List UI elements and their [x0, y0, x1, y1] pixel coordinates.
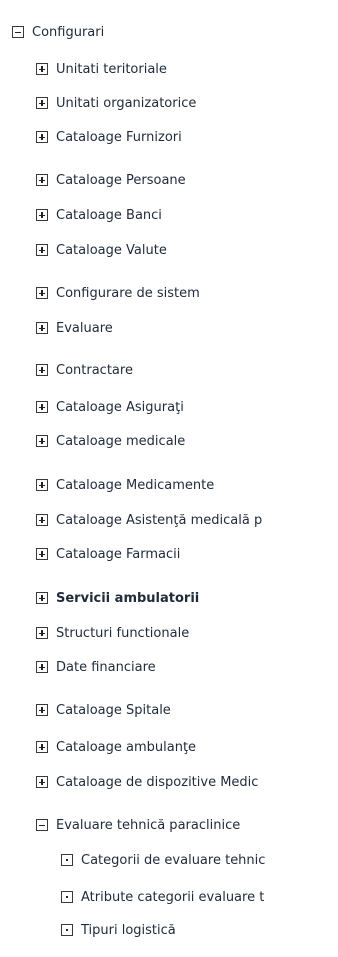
- expand-icon[interactable]: [36, 548, 48, 560]
- tree-node-label[interactable]: Categorii de evaluare tehnic: [81, 853, 265, 868]
- tree-node-atribute-categorii-evaluare[interactable]: Atribute categorii evaluare t: [61, 887, 338, 907]
- leaf-node-icon: [61, 891, 73, 903]
- tree-node-cataloage-valute[interactable]: Cataloage Valute: [36, 240, 338, 260]
- collapse-icon[interactable]: [12, 26, 24, 38]
- expand-icon[interactable]: [36, 776, 48, 788]
- expand-icon[interactable]: [36, 741, 48, 753]
- tree-node-label[interactable]: Cataloage Persoane: [56, 173, 186, 188]
- tree-node-label[interactable]: Cataloage Spitale: [56, 703, 171, 718]
- tree-node-label[interactable]: Configurare de sistem: [56, 286, 200, 301]
- tree-node-cataloage-banci[interactable]: Cataloage Banci: [36, 205, 338, 225]
- tree-node-label[interactable]: Cataloage ambulanţe: [56, 740, 196, 755]
- tree-node-label[interactable]: Structuri functionale: [56, 626, 189, 641]
- tree-node-label[interactable]: Cataloage Furnizori: [56, 130, 182, 145]
- expand-icon[interactable]: [36, 131, 48, 143]
- tree-node-label[interactable]: Cataloage Asistenţă medicală p: [56, 513, 262, 528]
- tree-node-configurare-de-sistem[interactable]: Configurare de sistem: [36, 283, 338, 303]
- tree-node-cataloage-dispozitive-medicale[interactable]: Cataloage de dispozitive Medic: [36, 772, 338, 792]
- expand-icon[interactable]: [36, 704, 48, 716]
- tree-node-label[interactable]: Servicii ambulatorii: [56, 591, 199, 606]
- tree-node-label[interactable]: Contractare: [56, 363, 133, 378]
- tree-node-label[interactable]: Evaluare tehnică paraclinice: [56, 818, 240, 833]
- tree-node-configurari[interactable]: Configurari: [12, 22, 104, 42]
- tree-node-label[interactable]: Atribute categorii evaluare t: [81, 890, 264, 905]
- expand-icon[interactable]: [36, 401, 48, 413]
- tree-node-label[interactable]: Tipuri logistică: [81, 923, 176, 938]
- tree-node-label[interactable]: Evaluare: [56, 321, 113, 336]
- tree-node-label[interactable]: Cataloage de dispozitive Medic: [56, 775, 258, 790]
- tree-node-cataloage-medicamente[interactable]: Cataloage Medicamente: [36, 475, 338, 495]
- expand-icon[interactable]: [36, 514, 48, 526]
- tree-node-servicii-ambulatorii[interactable]: Servicii ambulatorii: [36, 588, 338, 608]
- expand-icon[interactable]: [36, 287, 48, 299]
- tree-node-structuri-functionale[interactable]: Structuri functionale: [36, 623, 338, 643]
- tree-node-tipuri-logistica[interactable]: Tipuri logistică: [61, 920, 338, 940]
- tree-node-label[interactable]: Configurari: [32, 25, 104, 40]
- expand-icon[interactable]: [36, 63, 48, 75]
- tree-node-label[interactable]: Cataloage Farmacii: [56, 547, 180, 562]
- tree-node-evaluare[interactable]: Evaluare: [36, 318, 338, 338]
- tree-node-cataloage-farmacii[interactable]: Cataloage Farmacii: [36, 544, 338, 564]
- expand-icon[interactable]: [36, 435, 48, 447]
- expand-icon[interactable]: [36, 209, 48, 221]
- tree-node-date-financiare[interactable]: Date financiare: [36, 657, 338, 677]
- leaf-node-icon: [61, 854, 73, 866]
- tree-node-unitati-organizatorice[interactable]: Unitati organizatorice: [36, 93, 338, 113]
- expand-icon[interactable]: [36, 97, 48, 109]
- expand-icon[interactable]: [36, 592, 48, 604]
- tree-node-categorii-evaluare-tehnica[interactable]: Categorii de evaluare tehnic: [61, 850, 338, 870]
- tree-node-cataloage-ambulante[interactable]: Cataloage ambulanţe: [36, 737, 338, 757]
- tree-node-cataloage-furnizori[interactable]: Cataloage Furnizori: [36, 127, 338, 147]
- expand-icon[interactable]: [36, 364, 48, 376]
- expand-icon[interactable]: [36, 661, 48, 673]
- tree-node-label[interactable]: Cataloage Asiguraţi: [56, 400, 184, 415]
- expand-icon[interactable]: [36, 174, 48, 186]
- expand-icon[interactable]: [36, 627, 48, 639]
- tree-node-cataloage-asigurati[interactable]: Cataloage Asiguraţi: [36, 397, 338, 417]
- tree-node-label[interactable]: Cataloage Banci: [56, 208, 162, 223]
- collapse-icon[interactable]: [36, 819, 48, 831]
- expand-icon[interactable]: [36, 479, 48, 491]
- tree-node-label[interactable]: Cataloage medicale: [56, 434, 185, 449]
- leaf-node-icon: [61, 924, 73, 936]
- expand-icon[interactable]: [36, 322, 48, 334]
- tree-node-contractare[interactable]: Contractare: [36, 360, 338, 380]
- tree-node-label[interactable]: Unitati teritoriale: [56, 62, 167, 77]
- tree-node-label[interactable]: Cataloage Medicamente: [56, 478, 214, 493]
- tree-node-cataloage-medicale[interactable]: Cataloage medicale: [36, 431, 338, 451]
- tree-node-unitati-teritoriale[interactable]: Unitati teritoriale: [36, 59, 338, 79]
- tree-node-label[interactable]: Date financiare: [56, 660, 156, 675]
- navigation-tree: Configurari Unitati teritoriale Unitati …: [0, 0, 338, 957]
- tree-node-cataloage-persoane[interactable]: Cataloage Persoane: [36, 170, 338, 190]
- tree-node-evaluare-tehnica-paraclinice[interactable]: Evaluare tehnică paraclinice: [36, 815, 338, 835]
- tree-node-label[interactable]: Unitati organizatorice: [56, 96, 196, 111]
- tree-node-cataloage-spitale[interactable]: Cataloage Spitale: [36, 700, 338, 720]
- tree-node-label[interactable]: Cataloage Valute: [56, 243, 167, 258]
- expand-icon[interactable]: [36, 244, 48, 256]
- tree-node-cataloage-asistenta-medicala[interactable]: Cataloage Asistenţă medicală p: [36, 510, 338, 530]
